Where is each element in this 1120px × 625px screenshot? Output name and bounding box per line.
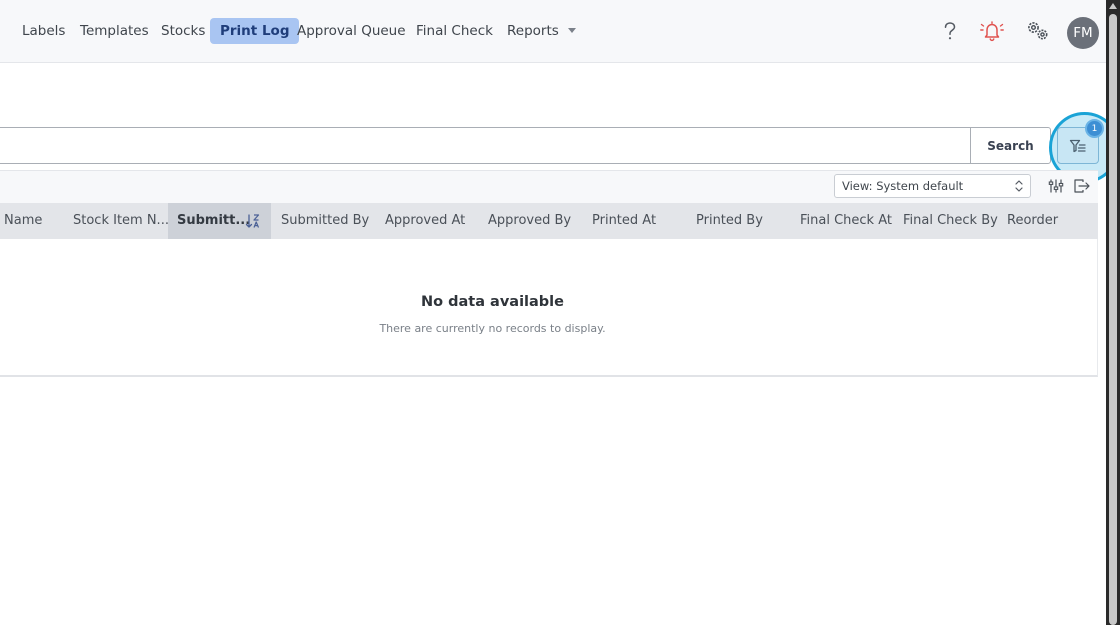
- column-header-submitted-at-label: Submitt...: [177, 213, 251, 228]
- search-box: [0, 127, 971, 164]
- nav-item-final-check[interactable]: Final Check: [406, 18, 503, 44]
- scrollbar-thumb[interactable]: [1109, 14, 1117, 625]
- table-body-empty: No data available There are currently no…: [0, 239, 1098, 377]
- column-header-stock-item-name[interactable]: Stock Item N...: [69, 203, 169, 239]
- alarm-bell-icon[interactable]: [979, 18, 1005, 44]
- top-navigation-bar: Labels Templates Stocks Print Log Approv…: [0, 0, 1106, 63]
- view-select-value: View: System default: [842, 179, 964, 193]
- search-input[interactable]: [0, 128, 971, 163]
- column-header-final-check-at[interactable]: Final Check At: [796, 203, 896, 239]
- column-header-printed-at[interactable]: Printed At: [588, 203, 688, 239]
- filter-icon: [1069, 139, 1086, 152]
- view-select[interactable]: View: System default: [834, 174, 1031, 198]
- empty-state-title: No data available: [420, 294, 564, 310]
- column-header-reorder[interactable]: Reorder: [1003, 203, 1097, 239]
- column-header-approved-at[interactable]: Approved At: [381, 203, 481, 239]
- nav-item-labels[interactable]: Labels: [12, 18, 75, 44]
- column-settings-icon[interactable]: [1046, 176, 1066, 196]
- export-icon[interactable]: [1072, 176, 1092, 196]
- table-header: Name Stock Item N... Submitt... Submitte…: [0, 203, 1098, 239]
- caret-down-icon: [567, 27, 576, 33]
- column-header-name[interactable]: Name: [0, 203, 65, 239]
- nav-item-stocks[interactable]: Stocks: [151, 18, 215, 44]
- column-header-approved-by[interactable]: Approved By: [484, 203, 584, 239]
- column-header-submitted-at[interactable]: Submitt...: [168, 203, 271, 239]
- nav-item-approval-queue[interactable]: Approval Queue: [287, 18, 416, 44]
- scroll-up-arrow-icon[interactable]: [1109, 3, 1117, 9]
- filter-count-badge: 1: [1085, 119, 1104, 138]
- column-header-submitted-by[interactable]: Submitted By: [277, 203, 377, 239]
- vertical-scrollbar[interactable]: [1106, 0, 1120, 625]
- search-button[interactable]: Search: [970, 127, 1051, 164]
- empty-state-subtitle: There are currently no records to displa…: [379, 322, 606, 335]
- column-header-final-check-by[interactable]: Final Check By: [899, 203, 999, 239]
- settings-gears-icon[interactable]: [1025, 18, 1051, 44]
- sort-ascending-icon: [245, 214, 260, 228]
- nav-item-reports[interactable]: Reports: [497, 18, 586, 44]
- user-avatar[interactable]: FM: [1067, 17, 1099, 49]
- nav-item-reports-label: Reports: [507, 23, 559, 39]
- help-icon[interactable]: [937, 18, 963, 44]
- select-arrows-icon: [1015, 180, 1023, 192]
- nav-item-templates[interactable]: Templates: [70, 18, 159, 44]
- column-header-printed-by[interactable]: Printed By: [692, 203, 792, 239]
